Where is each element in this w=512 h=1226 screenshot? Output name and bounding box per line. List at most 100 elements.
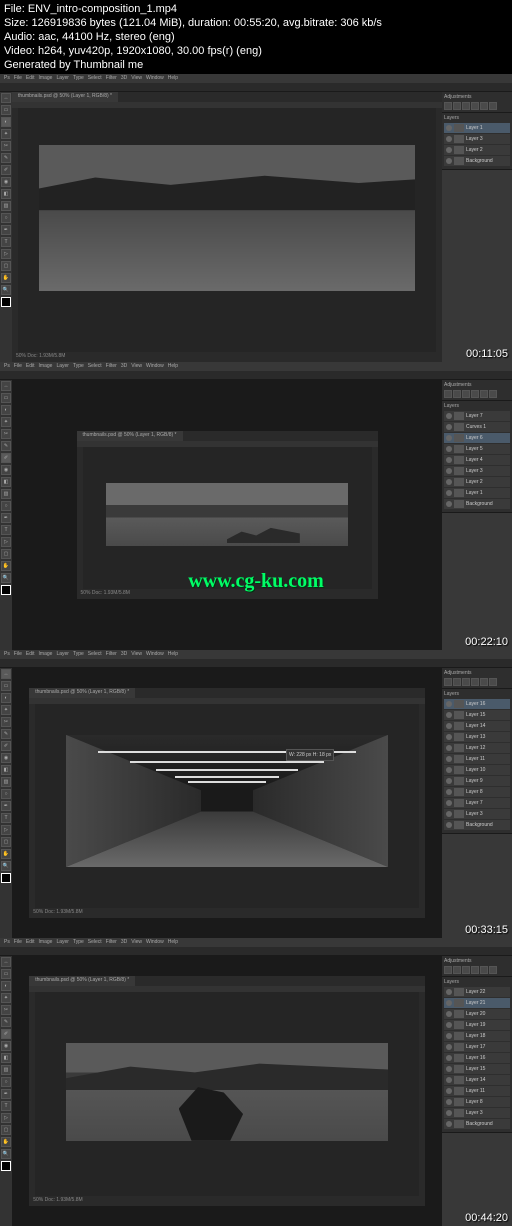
document-window[interactable]: thumbnails.psd @ 50% (Layer 1, RGB/8) * bbox=[29, 688, 425, 918]
menu-bar[interactable]: PsFileEditImageLayerTypeSelectFilter3DVi… bbox=[0, 362, 512, 371]
layer-item[interactable]: Layer 11 bbox=[444, 754, 510, 764]
layer-item[interactable]: Layer 1 bbox=[444, 488, 510, 498]
lasso-tool-icon[interactable]: ◐ bbox=[1, 981, 11, 991]
layer-item[interactable]: Layer 15 bbox=[444, 710, 510, 720]
adj-icon[interactable] bbox=[471, 102, 479, 110]
type-tool-icon[interactable]: T bbox=[1, 237, 11, 247]
wand-tool-icon[interactable]: ✦ bbox=[1, 417, 11, 427]
marquee-tool-icon[interactable]: ▭ bbox=[1, 393, 11, 403]
canvas[interactable] bbox=[83, 447, 372, 588]
layer-item[interactable]: Layer 6 bbox=[444, 433, 510, 443]
visibility-icon[interactable] bbox=[446, 413, 452, 419]
layer-item[interactable]: Curves 1 bbox=[444, 422, 510, 432]
adj-icon[interactable] bbox=[462, 678, 470, 686]
layer-item[interactable]: Layer 14 bbox=[444, 721, 510, 731]
document-tab[interactable]: thumbnails.psd @ 50% (Layer 1, RGB/8) * bbox=[77, 431, 183, 441]
path-tool-icon[interactable]: ▷ bbox=[1, 1113, 11, 1123]
layer-item[interactable]: Layer 17 bbox=[444, 1042, 510, 1052]
eraser-tool-icon[interactable]: ◧ bbox=[1, 765, 11, 775]
adj-icon[interactable] bbox=[444, 966, 452, 974]
move-tool-icon[interactable]: ↔ bbox=[1, 381, 11, 391]
path-tool-icon[interactable]: ▷ bbox=[1, 537, 11, 547]
adj-icon[interactable] bbox=[480, 966, 488, 974]
dodge-tool-icon[interactable]: ○ bbox=[1, 213, 11, 223]
brush-tool-icon[interactable]: ✐ bbox=[1, 1029, 11, 1039]
layers-panel[interactable]: Layers Layer 16 Layer 15 Layer 14 Layer … bbox=[442, 689, 512, 834]
pen-tool-icon[interactable]: ✒ bbox=[1, 225, 11, 235]
type-tool-icon[interactable]: T bbox=[1, 813, 11, 823]
gradient-tool-icon[interactable]: ▥ bbox=[1, 777, 11, 787]
layer-item[interactable]: Layer 3 bbox=[444, 134, 510, 144]
visibility-icon[interactable] bbox=[446, 468, 452, 474]
crop-tool-icon[interactable]: ✂ bbox=[1, 141, 11, 151]
layer-item[interactable]: Layer 2 bbox=[444, 477, 510, 487]
eraser-tool-icon[interactable]: ◧ bbox=[1, 189, 11, 199]
visibility-icon[interactable] bbox=[446, 989, 452, 995]
colors-icon[interactable] bbox=[1, 297, 11, 307]
move-tool-icon[interactable]: ↔ bbox=[1, 957, 11, 967]
hand-tool-icon[interactable]: ✋ bbox=[1, 561, 11, 571]
visibility-icon[interactable] bbox=[446, 767, 452, 773]
layer-item[interactable]: Layer 8 bbox=[444, 787, 510, 797]
adj-icon[interactable] bbox=[471, 966, 479, 974]
visibility-icon[interactable] bbox=[446, 1011, 452, 1017]
layer-item[interactable]: Layer 4 bbox=[444, 455, 510, 465]
visibility-icon[interactable] bbox=[446, 1077, 452, 1083]
document-window[interactable]: thumbnails.psd @ 50% (Layer 1, RGB/8) * … bbox=[12, 92, 442, 362]
type-tool-icon[interactable]: T bbox=[1, 1101, 11, 1111]
visibility-icon[interactable] bbox=[446, 435, 452, 441]
dodge-tool-icon[interactable]: ○ bbox=[1, 789, 11, 799]
adj-icon[interactable] bbox=[480, 390, 488, 398]
shape-tool-icon[interactable]: ▢ bbox=[1, 261, 11, 271]
visibility-icon[interactable] bbox=[446, 756, 452, 762]
visibility-icon[interactable] bbox=[446, 734, 452, 740]
layer-item[interactable]: Layer 7 bbox=[444, 411, 510, 421]
adj-icon[interactable] bbox=[480, 102, 488, 110]
layer-item[interactable]: Layer 18 bbox=[444, 1031, 510, 1041]
visibility-icon[interactable] bbox=[446, 723, 452, 729]
visibility-icon[interactable] bbox=[446, 800, 452, 806]
visibility-icon[interactable] bbox=[446, 1121, 452, 1127]
adj-icon[interactable] bbox=[453, 390, 461, 398]
menu-bar[interactable]: PsFileEditImageLayerTypeSelectFilter3DVi… bbox=[0, 74, 512, 83]
visibility-icon[interactable] bbox=[446, 701, 452, 707]
layer-item[interactable]: Layer 16 bbox=[444, 1053, 510, 1063]
wand-tool-icon[interactable]: ✦ bbox=[1, 129, 11, 139]
options-bar[interactable] bbox=[0, 371, 512, 380]
eyedropper-tool-icon[interactable]: ✎ bbox=[1, 1017, 11, 1027]
adj-icon[interactable] bbox=[453, 966, 461, 974]
adj-icon[interactable] bbox=[471, 390, 479, 398]
gradient-tool-icon[interactable]: ▥ bbox=[1, 1065, 11, 1075]
adj-icon[interactable] bbox=[489, 390, 497, 398]
layer-item[interactable]: Layer 3 bbox=[444, 1108, 510, 1118]
adj-icon[interactable] bbox=[489, 102, 497, 110]
path-tool-icon[interactable]: ▷ bbox=[1, 825, 11, 835]
lasso-tool-icon[interactable]: ◐ bbox=[1, 405, 11, 415]
canvas-area[interactable]: thumbnails.psd @ 50% (Layer 1, RGB/8) * … bbox=[12, 956, 442, 1226]
options-bar[interactable] bbox=[0, 947, 512, 956]
adj-icon[interactable] bbox=[444, 390, 452, 398]
visibility-icon[interactable] bbox=[446, 446, 452, 452]
layer-item[interactable]: Layer 13 bbox=[444, 732, 510, 742]
adj-icon[interactable] bbox=[462, 390, 470, 398]
visibility-icon[interactable] bbox=[446, 811, 452, 817]
marquee-tool-icon[interactable]: ▭ bbox=[1, 105, 11, 115]
document-tab[interactable]: thumbnails.psd @ 50% (Layer 1, RGB/8) * bbox=[29, 688, 135, 698]
dodge-tool-icon[interactable]: ○ bbox=[1, 501, 11, 511]
layer-item[interactable]: Layer 3 bbox=[444, 466, 510, 476]
crop-tool-icon[interactable]: ✂ bbox=[1, 1005, 11, 1015]
panels-dock[interactable]: Adjustments Layers Layer 1 Layer 3 Layer… bbox=[442, 92, 512, 362]
adj-icon[interactable] bbox=[480, 678, 488, 686]
visibility-icon[interactable] bbox=[446, 1022, 452, 1028]
canvas-area[interactable]: thumbnails.psd @ 50% (Layer 1, RGB/8) * … bbox=[12, 92, 442, 362]
layers-panel[interactable]: Layers Layer 22 Layer 21 Layer 20 Layer … bbox=[442, 977, 512, 1133]
panels-dock[interactable]: Adjustments Layers Layer 7 Curves 1 Laye… bbox=[442, 380, 512, 650]
toolbox[interactable]: ↔ ▭ ◐ ✦ ✂ ✎ ✐ ◉ ◧ ▥ ○ ✒ T ▷ ▢ ✋ 🔍 bbox=[0, 668, 12, 938]
wand-tool-icon[interactable]: ✦ bbox=[1, 993, 11, 1003]
adjustments-panel[interactable]: Adjustments bbox=[442, 668, 512, 689]
adj-icon[interactable] bbox=[444, 678, 452, 686]
adj-icon[interactable] bbox=[453, 102, 461, 110]
options-bar[interactable] bbox=[0, 83, 512, 92]
zoom-tool-icon[interactable]: 🔍 bbox=[1, 861, 11, 871]
adjustments-panel[interactable]: Adjustments bbox=[442, 92, 512, 113]
